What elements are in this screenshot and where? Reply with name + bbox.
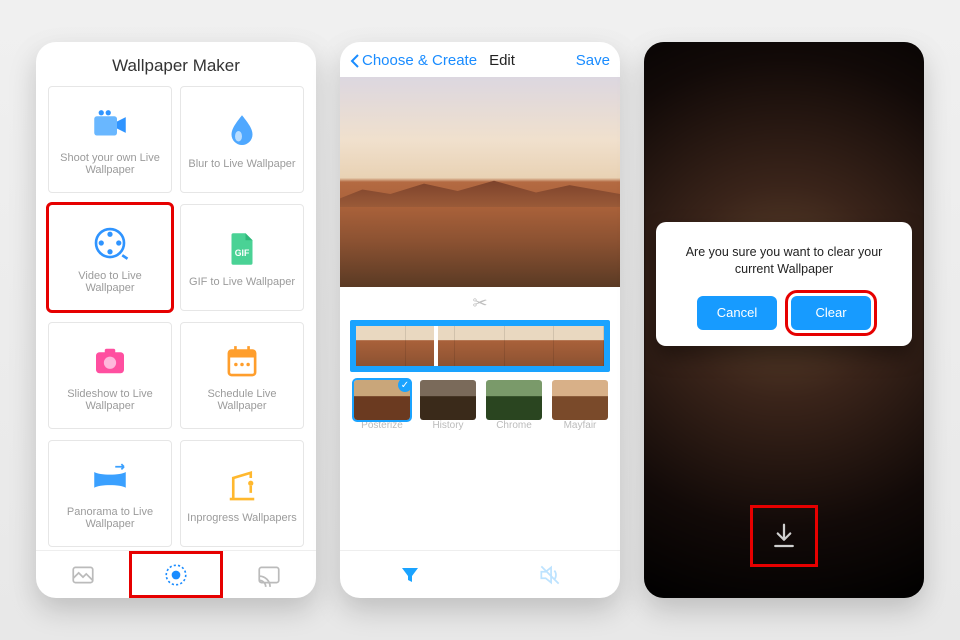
target-icon bbox=[163, 562, 189, 588]
back-label: Choose & Create bbox=[362, 52, 477, 69]
save-button[interactable]: Save bbox=[576, 52, 610, 69]
speaker-mute-icon bbox=[537, 562, 563, 588]
tab-maker[interactable] bbox=[129, 551, 222, 598]
card-label: Blur to Live Wallpaper bbox=[188, 158, 295, 170]
card-label: Schedule Live Wallpaper bbox=[185, 388, 299, 412]
calendar-icon bbox=[221, 340, 263, 382]
tab-gallery[interactable] bbox=[36, 551, 129, 598]
panorama-icon bbox=[89, 458, 131, 500]
filter-label: History bbox=[432, 420, 463, 431]
confirm-dialog: Are you sure you want to clear your curr… bbox=[656, 222, 912, 346]
filter-history[interactable]: History bbox=[420, 380, 476, 431]
download-button[interactable] bbox=[753, 508, 815, 564]
filter-posterize[interactable]: Posterize bbox=[354, 380, 410, 431]
dialog-message: Are you sure you want to clear your curr… bbox=[672, 244, 896, 278]
image-icon bbox=[70, 562, 96, 588]
filter-label: Posterize bbox=[361, 420, 403, 431]
card-panorama-live[interactable]: Panorama to Live Wallpaper bbox=[48, 440, 172, 547]
nav-title: Edit bbox=[489, 52, 515, 69]
card-label: GIF to Live Wallpaper bbox=[189, 276, 295, 288]
download-icon bbox=[769, 521, 799, 551]
preview-image bbox=[340, 77, 620, 287]
phone-edit: Choose & Create Edit Save ✂ Posterize Hi… bbox=[340, 42, 620, 598]
tab-cast[interactable] bbox=[223, 551, 316, 598]
drop-icon bbox=[221, 110, 263, 152]
card-slideshow-live[interactable]: Slideshow to Live Wallpaper bbox=[48, 322, 172, 429]
camera-photo-icon bbox=[89, 340, 131, 382]
maker-grid: Shoot your own Live Wallpaper Blur to Li… bbox=[36, 86, 316, 550]
card-inprogress[interactable]: Inprogress Wallpapers bbox=[180, 440, 304, 547]
chevron-left-icon bbox=[350, 53, 360, 69]
trim-indicator: ✂ bbox=[340, 287, 620, 316]
phone-confirm: Are you sure you want to clear your curr… bbox=[644, 42, 924, 598]
funnel-icon bbox=[398, 563, 422, 587]
film-reel-icon bbox=[89, 222, 131, 264]
clear-button[interactable]: Clear bbox=[791, 296, 871, 330]
crane-icon bbox=[221, 464, 263, 506]
gif-file-icon: GIF bbox=[221, 228, 263, 270]
timeline-strip[interactable] bbox=[350, 320, 610, 372]
cast-icon bbox=[256, 562, 282, 588]
card-video-live[interactable]: Video to Live Wallpaper bbox=[48, 204, 172, 311]
svg-text:GIF: GIF bbox=[235, 248, 250, 258]
card-label: Panorama to Live Wallpaper bbox=[53, 506, 167, 530]
edit-nav: Choose & Create Edit Save bbox=[340, 42, 620, 77]
edit-bottom-bar bbox=[340, 550, 620, 598]
filter-label: Chrome bbox=[496, 420, 532, 431]
page-title: Wallpaper Maker bbox=[36, 42, 316, 86]
card-label: Inprogress Wallpapers bbox=[187, 512, 297, 524]
back-button[interactable]: Choose & Create bbox=[350, 52, 477, 69]
trim-handle[interactable] bbox=[434, 326, 438, 366]
camera-icon bbox=[89, 104, 131, 146]
card-label: Shoot your own Live Wallpaper bbox=[53, 152, 167, 176]
card-label: Slideshow to Live Wallpaper bbox=[53, 388, 167, 412]
bottom-tabs bbox=[36, 550, 316, 598]
cancel-button[interactable]: Cancel bbox=[697, 296, 777, 330]
filter-label: Mayfair bbox=[564, 420, 597, 431]
phone-wallpaper-maker: Wallpaper Maker Shoot your own Live Wall… bbox=[36, 42, 316, 598]
filter-chrome[interactable]: Chrome bbox=[486, 380, 542, 431]
card-schedule-live[interactable]: Schedule Live Wallpaper bbox=[180, 322, 304, 429]
filters-tab[interactable] bbox=[340, 551, 480, 598]
mute-tab[interactable] bbox=[480, 551, 620, 598]
card-label: Video to Live Wallpaper bbox=[53, 270, 167, 294]
card-blur-live[interactable]: Blur to Live Wallpaper bbox=[180, 86, 304, 193]
filter-mayfair[interactable]: Mayfair bbox=[552, 380, 608, 431]
card-shoot-live[interactable]: Shoot your own Live Wallpaper bbox=[48, 86, 172, 193]
card-gif-live[interactable]: GIF GIF to Live Wallpaper bbox=[180, 204, 304, 311]
filter-row: Posterize History Chrome Mayfair bbox=[340, 380, 620, 431]
